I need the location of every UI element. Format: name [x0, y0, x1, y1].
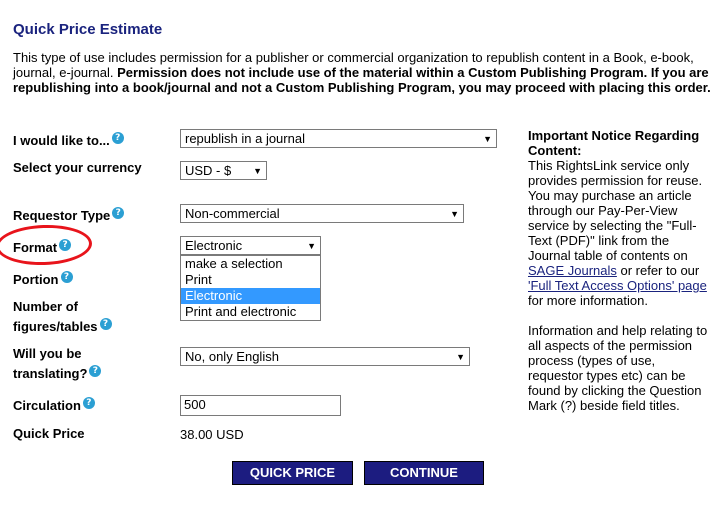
translating-label-text: Will you be translating?: [13, 346, 88, 381]
page-title: Quick Price Estimate: [13, 21, 163, 38]
format-option-highlighted[interactable]: Electronic: [181, 288, 320, 304]
format-option[interactable]: make a selection: [181, 256, 320, 272]
chevron-down-icon: ▼: [483, 134, 492, 144]
help-icon[interactable]: ?: [111, 131, 124, 144]
notice-paragraph-2: Information and help relating to all asp…: [528, 323, 708, 413]
sage-journals-link[interactable]: SAGE Journals: [528, 263, 617, 278]
format-option[interactable]: Print: [181, 272, 320, 288]
circulation-label-text: Circulation: [13, 398, 81, 413]
quick-price-label: Quick Price: [13, 426, 85, 441]
requestor-select[interactable]: Non-commercial ▼: [180, 204, 464, 223]
format-value: Electronic: [185, 238, 243, 253]
circulation-label: Circulation?: [13, 396, 95, 416]
figures-label: Number of figures/tables?: [13, 297, 123, 337]
like-to-label: I would like to...?: [13, 131, 124, 151]
requestor-label: Requestor Type?: [13, 206, 125, 226]
like-to-label-text: I would like to...: [13, 133, 110, 148]
intro-text: This type of use includes permission for…: [13, 50, 713, 95]
translating-value: No, only English: [185, 349, 279, 364]
chevron-down-icon: ▼: [307, 241, 316, 251]
currency-label: Select your currency: [13, 160, 142, 175]
help-icon[interactable]: ?: [99, 317, 112, 330]
translating-label: Will you be translating??: [13, 344, 113, 384]
notice-text: for more information.: [528, 293, 648, 308]
currency-select[interactable]: USD - $ ▼: [180, 161, 267, 180]
notice-paragraph-1: This RightsLink service only provides pe…: [528, 158, 713, 308]
currency-value: USD - $: [185, 163, 232, 178]
chevron-down-icon: ▼: [253, 166, 262, 176]
quick-price-value: 38.00 USD: [180, 427, 244, 442]
continue-button[interactable]: CONTINUE: [364, 461, 484, 485]
like-to-value: republish in a journal: [185, 131, 305, 146]
help-icon[interactable]: ?: [82, 396, 95, 409]
format-label: Format?: [13, 238, 72, 258]
figures-label-text: Number of figures/tables: [13, 299, 98, 334]
requestor-label-text: Requestor Type: [13, 208, 111, 223]
notice-text: or refer to our: [616, 263, 700, 278]
help-icon[interactable]: ?: [112, 206, 125, 219]
notice-panel: Important Notice Regarding Content: This…: [528, 128, 713, 413]
notice-heading: Important Notice Regarding Content:: [528, 128, 700, 158]
format-option[interactable]: Print and electronic: [181, 304, 320, 320]
help-icon[interactable]: ?: [59, 238, 72, 251]
circulation-input[interactable]: 500: [180, 395, 341, 416]
requestor-value: Non-commercial: [185, 206, 280, 221]
chevron-down-icon: ▼: [456, 352, 465, 362]
quick-price-button[interactable]: QUICK PRICE: [232, 461, 353, 485]
format-select[interactable]: Electronic ▼: [180, 236, 321, 255]
portion-label-text: Portion: [13, 272, 59, 287]
intro-bold: Permission does not include use of the m…: [13, 65, 711, 95]
format-label-text: Format: [13, 240, 58, 255]
portion-label: Portion?: [13, 270, 73, 290]
like-to-select[interactable]: republish in a journal ▼: [180, 129, 497, 148]
help-icon[interactable]: ?: [89, 364, 102, 377]
translating-select[interactable]: No, only English ▼: [180, 347, 470, 366]
help-icon[interactable]: ?: [60, 270, 73, 283]
format-dropdown-list[interactable]: make a selection Print Electronic Print …: [180, 255, 321, 321]
chevron-down-icon: ▼: [450, 209, 459, 219]
notice-text: This RightsLink service only provides pe…: [528, 158, 703, 263]
full-text-access-link[interactable]: 'Full Text Access Options' page: [528, 278, 707, 293]
